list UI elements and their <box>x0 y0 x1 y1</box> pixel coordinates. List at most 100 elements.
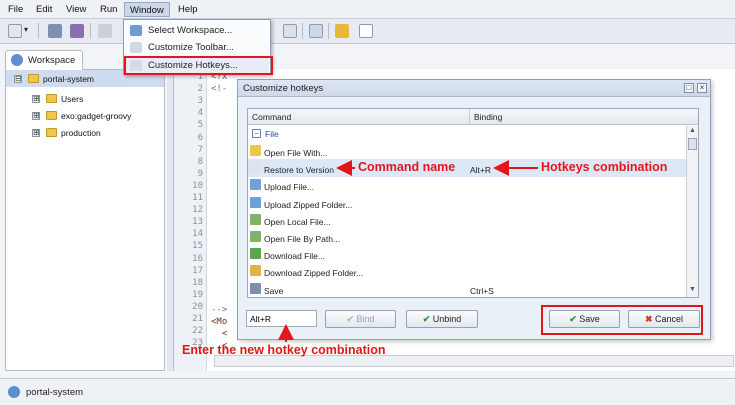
folder-icon <box>46 94 57 103</box>
expand-icon[interactable]: ⊞ <box>32 95 40 103</box>
table-row[interactable]: Open File By Path... <box>248 228 686 246</box>
line-number: 12 <box>192 205 203 216</box>
toolbar-separator <box>90 23 91 39</box>
bind-button[interactable]: ✔ Bind <box>325 310 396 328</box>
scroll-up-icon[interactable]: ▲ <box>688 127 697 136</box>
annotation-command-name: Command name <box>358 160 456 174</box>
toolbar-separator <box>302 23 303 39</box>
line-number: 16 <box>192 253 203 264</box>
outline-icon[interactable] <box>359 24 373 38</box>
annotation-hotkeys-combination: Hotkeys combination <box>541 160 668 174</box>
maximize-icon[interactable]: □ <box>684 83 694 93</box>
toolbar-separator <box>38 23 39 39</box>
hotkey-input[interactable] <box>246 310 317 327</box>
line-number: 19 <box>192 289 203 300</box>
unbind-button[interactable]: ✔ Unbind <box>406 310 478 328</box>
new-file-icon[interactable] <box>8 24 22 38</box>
table-header: Command Binding <box>248 109 698 125</box>
command-icon <box>250 162 261 174</box>
menu-bar: File Edit View Run Window Help <box>0 0 735 19</box>
collapse-icon[interactable]: ⊟ <box>14 75 22 83</box>
table-row[interactable]: Download Zipped Folder... <box>248 262 686 280</box>
highlight-customize-hotkeys <box>124 56 273 75</box>
menu-file[interactable]: File <box>3 2 28 17</box>
line-number: 9 <box>197 168 203 179</box>
folder-icon <box>46 111 57 120</box>
hotkeys-table: Command Binding − File Open File With...… <box>247 108 699 298</box>
save-icon[interactable] <box>48 24 62 38</box>
line-number: 7 <box>197 144 203 155</box>
command-icon <box>250 282 261 294</box>
menu-item-customize-toolbar[interactable]: Customize Toolbar... <box>126 39 269 56</box>
tree-item-gadget-groovy[interactable]: ⊞ exo:gadget-groovy <box>32 109 162 123</box>
command-cell: Save <box>264 285 284 296</box>
table-row[interactable]: Upload File... <box>248 176 686 194</box>
gear-icon <box>8 386 20 398</box>
command-icon <box>250 213 261 225</box>
toolbar-separator <box>328 23 329 39</box>
cut-icon[interactable] <box>98 24 112 38</box>
table-row[interactable]: Save Ctrl+S <box>248 280 686 298</box>
command-icon <box>250 179 261 191</box>
collapse-icon[interactable]: − <box>252 129 261 138</box>
check-icon: ✔ <box>422 314 431 324</box>
menu-item-select-workspace[interactable]: Select Workspace... <box>126 22 269 39</box>
command-icon <box>250 196 261 208</box>
dialog-titlebar[interactable]: Customize hotkeys □ × <box>238 80 710 97</box>
line-number: 13 <box>192 217 203 228</box>
tab-workspace[interactable]: Workspace <box>5 50 83 70</box>
gear-icon <box>130 25 142 36</box>
check-icon: ✔ <box>346 314 354 324</box>
line-number: 11 <box>192 193 203 203</box>
expand-icon[interactable]: ⊞ <box>32 129 40 137</box>
menu-edit[interactable]: Edit <box>31 2 57 17</box>
toolbar-icon <box>130 42 142 53</box>
customize-hotkeys-dialog: Customize hotkeys □ × Command Binding − … <box>237 79 711 340</box>
format-icon[interactable] <box>283 24 297 38</box>
vertical-scrollbar[interactable]: ▲ ▼ <box>686 126 698 297</box>
table-row[interactable]: Upload Zipped Folder... <box>248 194 686 212</box>
line-number: 10 <box>192 180 203 191</box>
status-bar: portal-system <box>0 378 735 405</box>
command-icon <box>250 248 261 260</box>
preview-icon[interactable] <box>309 24 323 38</box>
line-number: 17 <box>192 265 203 276</box>
line-number: 3 <box>197 96 203 107</box>
workspace-panel: ⊟ portal-system ⊞ Users ⊞ exo:gadget-gro… <box>5 69 165 371</box>
line-number: 20 <box>192 301 203 312</box>
highlight-save-cancel <box>541 305 703 335</box>
tree-item-users[interactable]: ⊞ Users <box>32 92 162 106</box>
table-row[interactable]: Download File... <box>248 245 686 263</box>
table-row[interactable]: Open File With... <box>248 142 686 160</box>
scroll-down-icon[interactable]: ▼ <box>688 286 697 295</box>
command-icon <box>250 231 261 242</box>
line-number: 6 <box>197 132 203 143</box>
menu-window[interactable]: Window <box>124 2 170 17</box>
chevron-down-icon[interactable]: ▾ <box>24 25 28 34</box>
line-number: 22 <box>192 326 203 337</box>
menu-view[interactable]: View <box>61 2 91 17</box>
column-header-command[interactable]: Command <box>248 109 470 125</box>
line-number: 21 <box>192 314 203 324</box>
binding-cell: Ctrl+S <box>470 285 494 296</box>
table-row[interactable]: Open Local File... <box>248 211 686 229</box>
group-row-file[interactable]: − File <box>248 126 686 142</box>
line-number: 8 <box>197 156 203 167</box>
column-header-binding[interactable]: Binding <box>470 109 686 125</box>
scroll-thumb[interactable] <box>688 138 697 150</box>
folder-icon <box>46 128 57 137</box>
line-number: 4 <box>197 108 203 119</box>
toolbar: ▾ <box>0 19 735 44</box>
tree-item-production[interactable]: ⊞ production <box>32 126 162 140</box>
menu-run[interactable]: Run <box>95 2 122 17</box>
status-path: portal-system <box>26 387 84 398</box>
command-icon <box>250 265 261 277</box>
code-line: <!- <box>211 84 228 94</box>
save-as-icon[interactable] <box>70 24 84 38</box>
close-icon[interactable]: × <box>697 83 707 93</box>
menu-help[interactable]: Help <box>173 2 203 17</box>
expand-icon[interactable]: ⊞ <box>32 112 40 120</box>
annotation-enter-hotkey: Enter the new hotkey combination <box>182 343 386 357</box>
lock-icon[interactable] <box>335 24 349 38</box>
folder-icon <box>28 74 39 83</box>
